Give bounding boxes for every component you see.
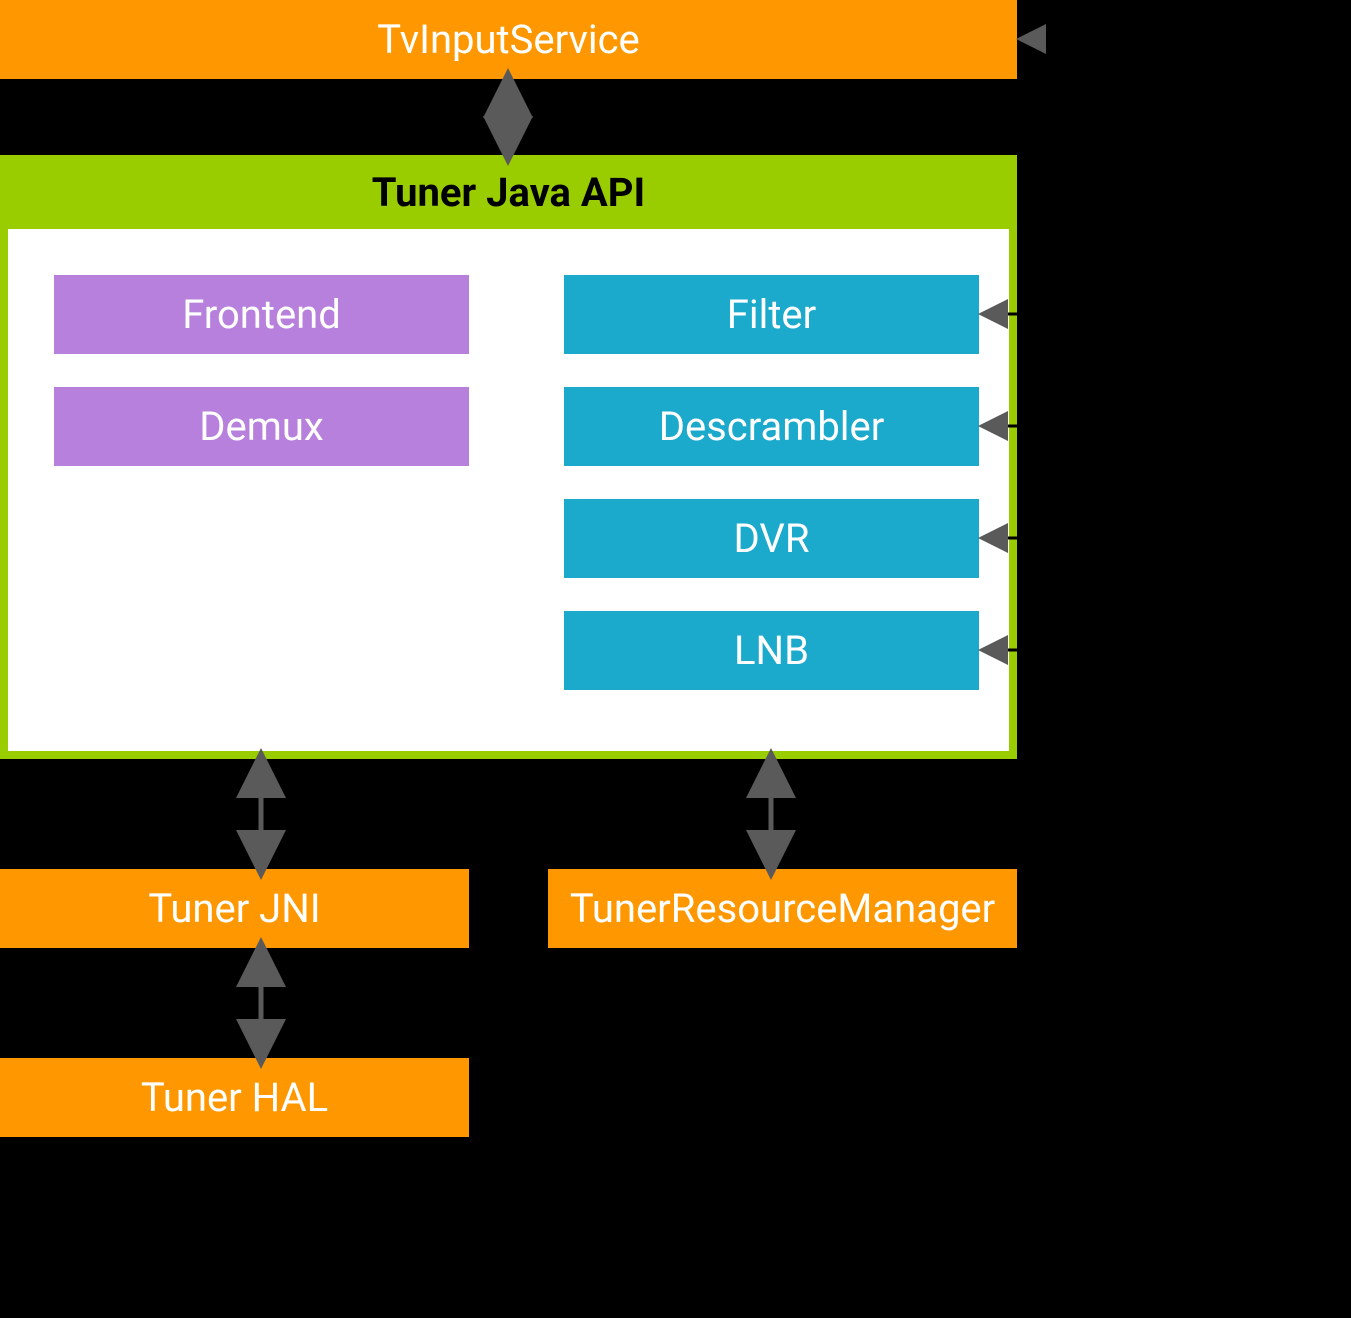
descrambler-box: Descrambler <box>564 387 979 466</box>
dvr-box: DVR <box>564 499 979 578</box>
tuner-jni-box: Tuner JNI <box>0 869 469 948</box>
tuner-hal-label: Tuner HAL <box>141 1074 328 1121</box>
tuner-java-api-title-label: Tuner Java API <box>372 169 645 216</box>
tuner-hal-box: Tuner HAL <box>0 1058 469 1137</box>
tuner-java-api-title: Tuner Java API <box>0 155 1017 229</box>
tuner-resource-manager-box: TunerResourceManager <box>548 869 1017 948</box>
tv-input-service-box: TvInputService <box>0 0 1017 79</box>
filter-label: Filter <box>727 291 816 338</box>
tuner-resource-manager-label: TunerResourceManager <box>570 885 995 932</box>
tv-input-service-label: TvInputService <box>377 16 640 63</box>
frontend-label: Frontend <box>182 291 341 338</box>
demux-box: Demux <box>54 387 469 466</box>
tuner-jni-label: Tuner JNI <box>148 885 320 932</box>
descrambler-label: Descrambler <box>659 403 885 450</box>
api-inner-white: Frontend Demux Filter Descrambler DVR LN… <box>8 229 1009 751</box>
filter-box: Filter <box>564 275 979 354</box>
dvr-label: DVR <box>734 515 810 562</box>
lnb-box: LNB <box>564 611 979 690</box>
lnb-label: LNB <box>734 627 809 674</box>
tuner-java-api-container: Tuner Java API Frontend Demux Filter Des… <box>0 155 1017 759</box>
demux-label: Demux <box>199 403 323 450</box>
frontend-box: Frontend <box>54 275 469 354</box>
